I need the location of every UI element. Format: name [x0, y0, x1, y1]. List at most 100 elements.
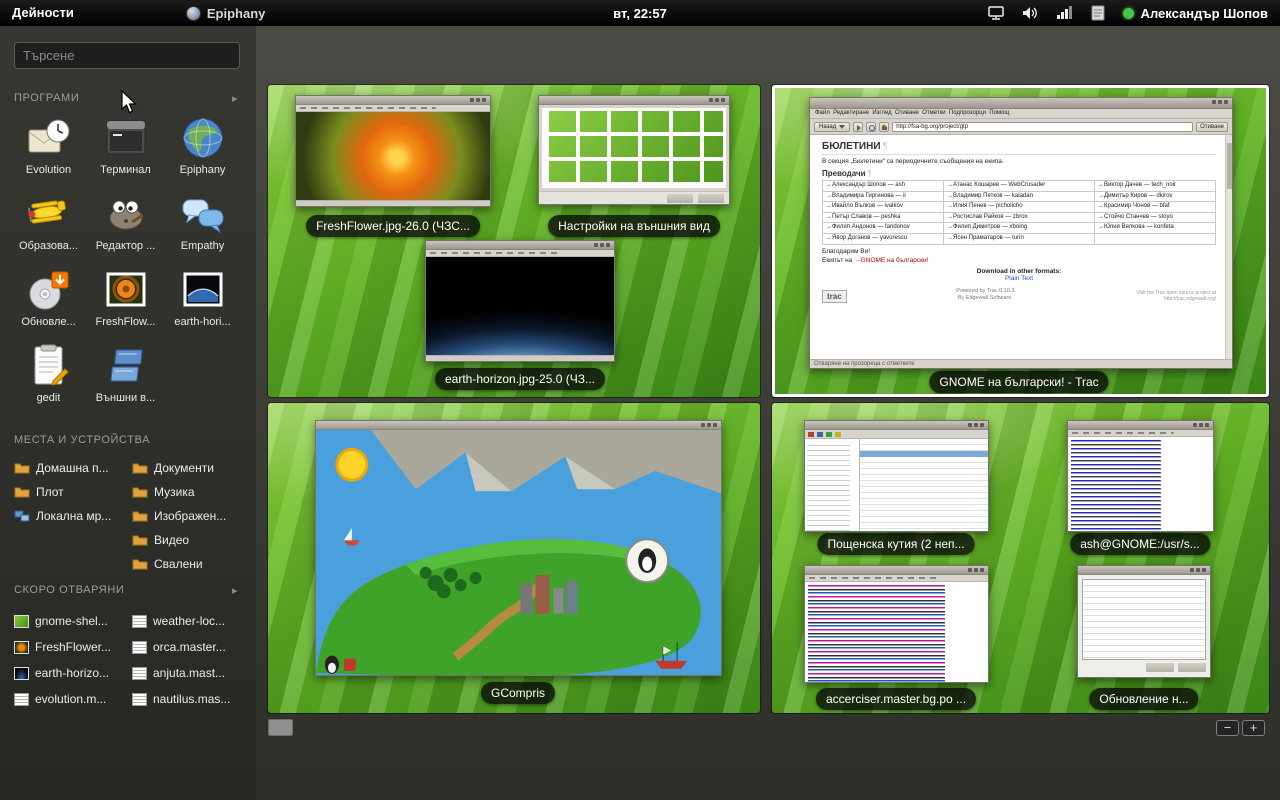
reload-button[interactable]: [866, 122, 876, 132]
window-thumb-appearance-settings[interactable]: [538, 95, 730, 205]
recent-item[interactable]: FreshFlower...: [14, 634, 111, 660]
plain-text-link[interactable]: Plain Text: [822, 275, 1216, 282]
app-tile-evolution[interactable]: Evolution: [12, 112, 86, 188]
search-input[interactable]: [14, 42, 240, 69]
page-heading: БЮЛЕТИНИ¶: [822, 141, 1216, 152]
programs-expand-icon[interactable]: ▸: [232, 92, 238, 105]
app-label: Epiphany: [180, 164, 226, 176]
thanks-text: Благодарим Ви!: [822, 248, 1216, 255]
place-home[interactable]: Домашна п...: [14, 456, 111, 480]
recent-item[interactable]: evolution.m...: [14, 686, 111, 712]
recent-expand-icon[interactable]: ▸: [232, 584, 238, 597]
recent-item[interactable]: anjuta.mast...: [132, 660, 230, 686]
place-local-network[interactable]: Локална мр...: [14, 504, 111, 528]
user-menu[interactable]: Александър Шопов: [1123, 6, 1268, 21]
app-tile-external-drives[interactable]: Външни в...: [89, 340, 163, 416]
workspace-3[interactable]: GCompris: [268, 403, 760, 713]
app-label: earth-hori...: [174, 316, 230, 328]
window-thumb-gcompris[interactable]: [315, 420, 722, 676]
app-tile-earth-photo[interactable]: earth-hori...: [166, 264, 240, 340]
folder-icon: [132, 485, 148, 499]
window-thumb-terminal[interactable]: [1067, 420, 1214, 532]
scrollbar[interactable]: [1225, 135, 1232, 359]
window-thumb-epiphany-trac[interactable]: Файл Редактиране Изглед Отиване Отметки …: [809, 97, 1233, 369]
dialog-buttons: [539, 191, 729, 204]
add-workspace-button[interactable]: +: [1242, 720, 1265, 736]
remove-workspace-button[interactable]: −: [1216, 720, 1239, 736]
folder-icon: [132, 557, 148, 571]
clock[interactable]: вт, 22:57: [613, 6, 667, 21]
trac-page: БЮЛЕТИНИ¶ В секция „Бюлетини“ са периоди…: [810, 135, 1232, 359]
volume-icon[interactable]: [1021, 4, 1039, 22]
app-label: FreshFlow...: [96, 316, 156, 328]
recent-item[interactable]: earth-horizo...: [14, 660, 111, 686]
gnome-bg-link[interactable]: →GNOME на български!: [854, 257, 928, 264]
window-thumb-gimp-freshflower[interactable]: [295, 95, 491, 207]
evolution-icon: [23, 112, 75, 164]
window-thumb-gimp-earth[interactable]: [425, 240, 615, 362]
place-downloads[interactable]: Свалени: [132, 552, 226, 576]
window-buttons: [1205, 423, 1209, 427]
back-button[interactable]: Назад: [814, 122, 850, 132]
app-tile-gimp[interactable]: Редактор ...: [89, 188, 163, 264]
divider: [822, 154, 1216, 155]
app-tile-epiphany[interactable]: Epiphany: [166, 112, 240, 188]
window-buttons: [713, 423, 717, 427]
workspace-switcher-thumb[interactable]: [268, 719, 293, 736]
app-tile-freshflower[interactable]: FreshFlow...: [89, 264, 163, 340]
window-thumb-gedit-po-file[interactable]: [804, 565, 989, 683]
workspace-4[interactable]: Пощенска кутия (2 неп... ash@GNOME:/usr/…: [772, 403, 1269, 713]
app-tile-updates[interactable]: Обновле...: [12, 264, 86, 340]
address-bar[interactable]: http://fsa-bg.org/project/gtp: [892, 122, 1193, 132]
app-tile-terminal[interactable]: Терминал: [89, 112, 163, 188]
window-buttons: [482, 98, 486, 102]
app-tile-empathy[interactable]: Empathy: [166, 188, 240, 264]
page-footer: trac Powered by Trac 0.10.3By Edgewall S…: [822, 288, 1216, 303]
place-video[interactable]: Видео: [132, 528, 226, 552]
recent-item[interactable]: nautilus.mas...: [132, 686, 230, 712]
window-buttons: [1202, 568, 1206, 572]
recent-item[interactable]: weather-loc...: [132, 608, 230, 634]
app-tile-gedit[interactable]: gedit: [12, 340, 86, 416]
display-icon[interactable]: [987, 4, 1005, 22]
window-titlebar: [539, 96, 729, 105]
wallpaper-thumbnails: [542, 108, 726, 188]
recent-item[interactable]: gnome-shel...: [14, 608, 111, 634]
window-buttons: [980, 423, 984, 427]
dropdown-caret-icon: [839, 125, 845, 129]
browser-toolbar: Назад http://fsa-bg.org/project/gtp Отив…: [810, 119, 1232, 135]
update-dialog-content: [1078, 575, 1210, 677]
notes-tray-icon[interactable]: [1089, 4, 1107, 22]
forward-button[interactable]: [853, 122, 863, 132]
home-button[interactable]: [879, 122, 889, 132]
recent-item[interactable]: orca.master...: [132, 634, 230, 660]
app-menu[interactable]: Epiphany: [176, 6, 276, 21]
window-thumb-update-manager[interactable]: [1077, 565, 1211, 678]
menu-bar: [296, 105, 490, 112]
menu-bar: [426, 250, 614, 257]
chat-bubbles-icon: [177, 188, 229, 240]
image-thumb-icon: [14, 667, 29, 680]
window-thumb-evolution-mail[interactable]: [804, 420, 989, 532]
status-bar: [426, 355, 614, 361]
place-music[interactable]: Музика: [132, 480, 226, 504]
programs-header: ПРОГРАМИ: [14, 92, 79, 104]
go-button[interactable]: Отиване: [1196, 122, 1228, 132]
system-tray: Александър Шопов: [987, 4, 1280, 22]
menu-bar: [805, 575, 988, 582]
gimp-icon: [100, 188, 152, 240]
activities-button[interactable]: Дейности: [0, 0, 86, 26]
workspace-1[interactable]: FreshFlower.jpg-26.0 (ЧЗС... Настройки н…: [268, 85, 760, 397]
app-tile-gcompris[interactable]: Образова...: [12, 188, 86, 264]
dialog-buttons: [1082, 663, 1206, 673]
message-list: [860, 439, 988, 531]
place-desktop[interactable]: Плот: [14, 480, 111, 504]
folder-pane: [805, 439, 860, 531]
network-signal-icon[interactable]: [1055, 4, 1073, 22]
recent-column-right: weather-loc... orca.master... anjuta.mas…: [132, 608, 230, 712]
place-documents[interactable]: Документи: [132, 456, 226, 480]
folder-icon: [14, 485, 30, 499]
app-label: Evolution: [26, 164, 71, 176]
place-pictures[interactable]: Изображен...: [132, 504, 226, 528]
workspace-2-active[interactable]: Файл Редактиране Изглед Отиване Отметки …: [772, 85, 1269, 397]
